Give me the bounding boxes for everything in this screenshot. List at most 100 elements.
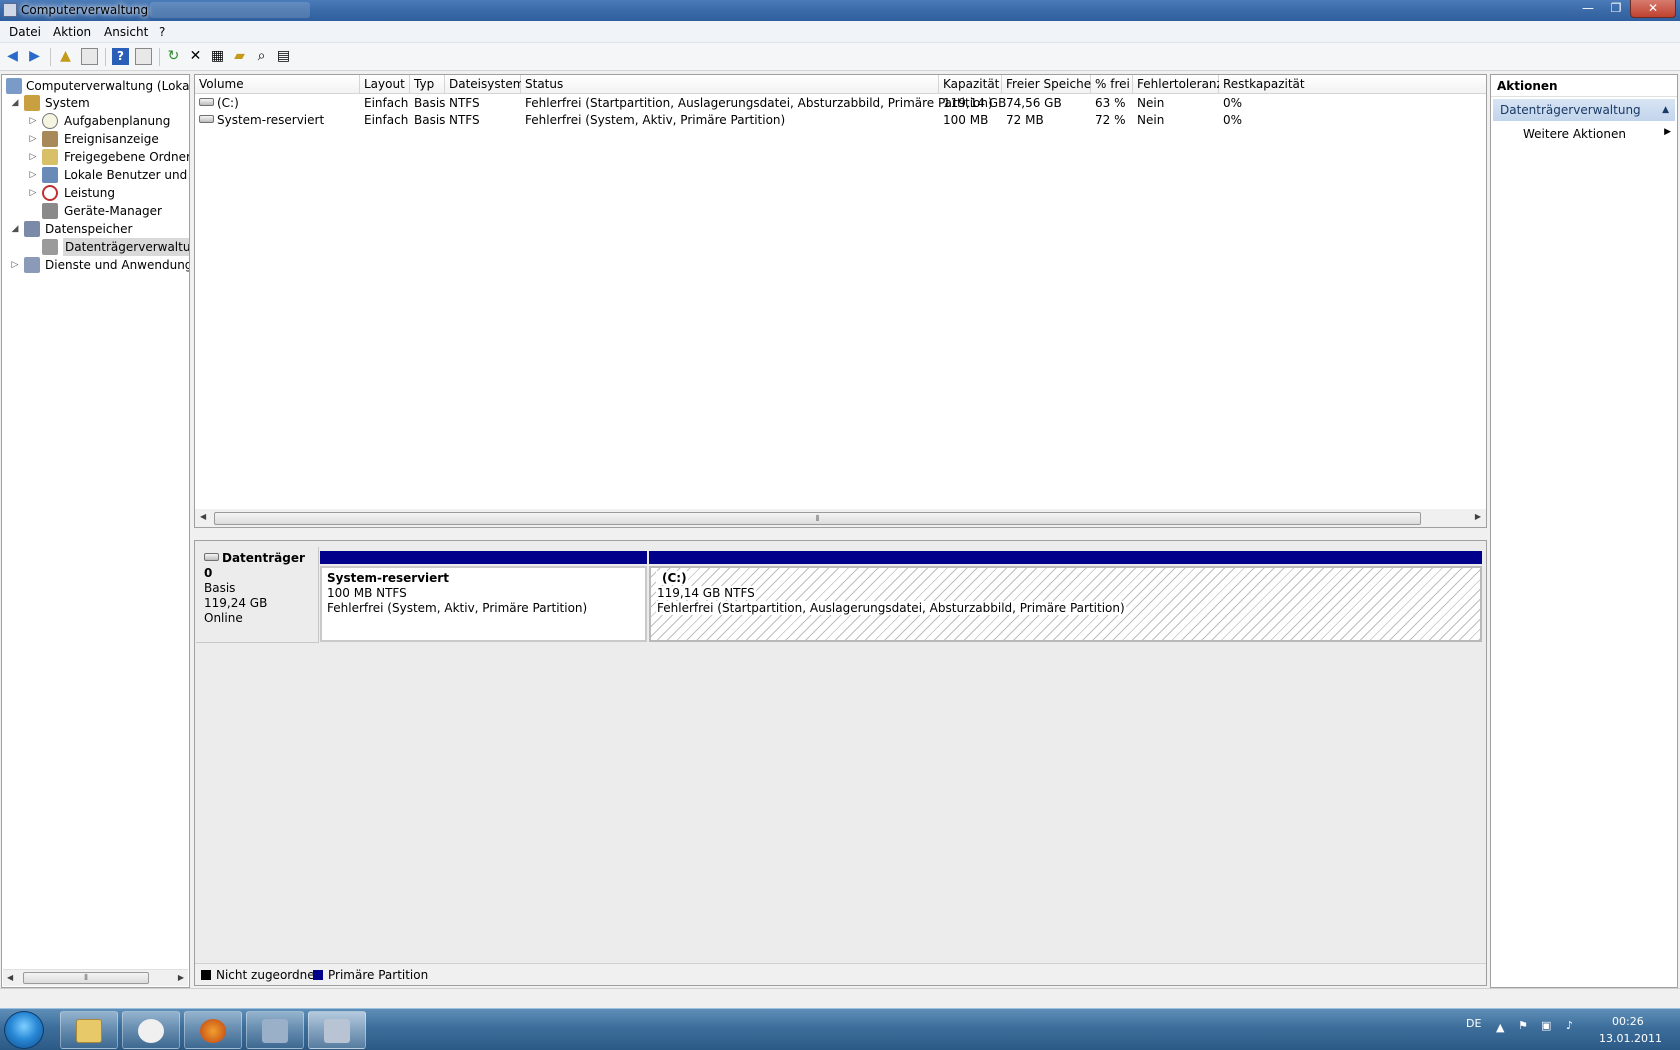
column-header-restkapazitaet[interactable]: Restkapazität — [1219, 75, 1486, 94]
taskbar-computerverwaltung[interactable] — [308, 1011, 366, 1049]
taskbar: DE ▲ ⚑ ▣ ♪ 00:26 13.01.2011 — [0, 1008, 1680, 1050]
scroll-left-icon[interactable]: ◀ — [7, 973, 13, 982]
show-hidden-icons-icon[interactable]: ▲ — [1496, 1021, 1504, 1034]
scrollbar-thumb[interactable]: ⦀ — [214, 512, 1421, 525]
open-folder-icon[interactable]: ▰ — [231, 48, 248, 65]
scroll-right-icon[interactable]: ▶ — [178, 973, 184, 982]
legend-primary: Primäre Partition — [328, 968, 429, 982]
partition-status: Fehlerfrei (Startpartition, Auslagerungs… — [656, 601, 1126, 615]
services-icon — [24, 257, 40, 273]
start-button[interactable] — [4, 1011, 44, 1049]
action-center-flag-icon[interactable]: ⚑ — [1518, 1019, 1528, 1032]
tree-label: Freigegebene Ordner — [64, 150, 190, 164]
weitere-aktionen-link[interactable]: Weitere Aktionen — [1523, 127, 1626, 141]
partition-c[interactable]: (C:) 119,14 GB NTFS Fehlerfrei (Startpar… — [649, 551, 1482, 642]
status-cell: Fehlerfrei (System, Aktiv, Primäre Parti… — [525, 113, 786, 127]
title-bar: Computerverwaltung — ❐ ✕ — [0, 0, 1680, 21]
partition-name: System-reserviert — [327, 571, 449, 585]
menu-ansicht[interactable]: Ansicht — [104, 25, 148, 39]
taskbar-explorer[interactable] — [60, 1011, 118, 1049]
volume-name: (C:) — [217, 96, 239, 110]
capacity-cell: 100 MB — [943, 113, 989, 127]
scroll-left-icon[interactable]: ◀ — [200, 512, 206, 521]
forward-arrow-icon[interactable]: ▶ — [26, 48, 43, 65]
help-icon[interactable]: ? — [112, 48, 129, 65]
menu-datei[interactable]: Datei — [9, 25, 41, 39]
expand-icon[interactable]: ▷ — [10, 256, 20, 274]
collapse-icon[interactable]: ◢ — [10, 220, 20, 238]
type-cell: Basis — [414, 113, 446, 127]
show-hide-tree-icon[interactable] — [81, 48, 98, 65]
clock-date[interactable]: 13.01.2011 — [1599, 1032, 1662, 1045]
tree-label: Ereignisanzeige — [64, 132, 159, 146]
column-header-kapazitaet[interactable]: Kapazität — [939, 75, 1002, 94]
taskbar-control-panel[interactable] — [246, 1011, 304, 1049]
firefox-icon — [200, 1019, 226, 1043]
scroll-right-icon[interactable]: ▶ — [1475, 512, 1481, 521]
column-header-freier-speicher[interactable]: Freier Speicher — [1002, 75, 1096, 94]
layout-cell: Einfach — [364, 96, 409, 110]
computer-management-icon — [324, 1019, 350, 1043]
minimize-button[interactable]: — — [1574, 0, 1602, 18]
volume-icon[interactable]: ♪ — [1566, 1019, 1573, 1032]
partition-status: Fehlerfrei (System, Aktiv, Primäre Parti… — [327, 601, 588, 615]
column-header-dateisystem[interactable]: Dateisystem — [445, 75, 524, 94]
expand-icon[interactable]: ▷ — [28, 184, 38, 202]
column-header-fehlertoleranz[interactable]: Fehlertoleranz — [1133, 75, 1223, 94]
shared-folder-icon — [42, 149, 58, 165]
back-arrow-icon[interactable]: ◀ — [4, 48, 21, 65]
properties-icon[interactable]: ▦ — [209, 48, 226, 65]
control-panel-icon — [262, 1019, 288, 1043]
volume-cell: System-reserviert — [195, 112, 324, 129]
column-header-typ[interactable]: Typ — [410, 75, 445, 94]
disk-type: Basis — [204, 581, 236, 595]
column-header-layout[interactable]: Layout — [360, 75, 410, 94]
collapse-up-icon[interactable]: ▲ — [1662, 99, 1669, 121]
disk-info[interactable]: Datenträger 0 Basis 119,24 GB Online — [196, 547, 319, 643]
capacity-cell: 119,14 GB — [943, 96, 1007, 110]
tree-label: Aufgabenplanung — [64, 114, 171, 128]
disk-icon — [204, 553, 219, 561]
fault-tolerance-cell: Nein — [1137, 96, 1165, 110]
scrollbar-thumb[interactable]: ⦀ — [23, 972, 149, 984]
expand-icon[interactable]: ▷ — [28, 148, 38, 166]
collapse-icon[interactable]: ◢ — [10, 94, 20, 112]
expand-icon[interactable]: ▷ — [28, 130, 38, 148]
volume-name: System-reserviert — [217, 113, 325, 127]
language-indicator[interactable]: DE — [1466, 1017, 1481, 1030]
clock-time[interactable]: 00:26 — [1612, 1015, 1644, 1028]
column-header-status[interactable]: Status — [521, 75, 939, 94]
legend-unallocated: Nicht zugeordnet — [216, 968, 320, 982]
toolbar-separator — [50, 48, 51, 66]
up-folder-icon[interactable]: ▲ — [57, 48, 74, 65]
fault-tolerance-cell: Nein — [1137, 113, 1165, 127]
column-header-prozent-frei[interactable]: % frei — [1091, 75, 1133, 94]
partition-system-reserved[interactable]: System-reserviert 100 MB NTFS Fehlerfrei… — [320, 551, 647, 642]
taskbar-media-player[interactable] — [122, 1011, 180, 1049]
column-header-volume[interactable]: Volume — [195, 75, 360, 94]
tree-label: Geräte-Manager — [64, 204, 162, 218]
toolbar-separator — [159, 48, 160, 66]
show-hide-actions-icon[interactable] — [135, 48, 152, 65]
tree-label: Lokale Benutzer und Gruppen — [64, 168, 189, 182]
network-icon[interactable]: ▣ — [1541, 1019, 1551, 1032]
clock-icon — [42, 113, 58, 129]
filesystem-cell: NTFS — [449, 96, 480, 110]
menu-aktion[interactable]: Aktion — [53, 25, 91, 39]
close-button[interactable]: ✕ — [1630, 0, 1676, 18]
actions-header: Aktionen — [1491, 75, 1677, 97]
layout-cell: Einfach — [364, 113, 409, 127]
tree-horizontal-scrollbar[interactable]: ◀ ⦀ ▶ — [3, 969, 188, 986]
settings-icon[interactable]: ▤ — [275, 48, 292, 65]
refresh-icon[interactable]: ↻ — [165, 48, 182, 65]
expand-icon[interactable]: ▷ — [28, 166, 38, 184]
menu-help[interactable]: ? — [159, 25, 165, 39]
maximize-button[interactable]: ❐ — [1602, 0, 1630, 18]
delete-icon[interactable]: ✕ — [187, 48, 204, 65]
volume-horizontal-scrollbar[interactable]: ◀ ⦀ ▶ — [195, 509, 1486, 527]
actions-section-datentraegerverwaltung[interactable]: Datenträgerverwaltung ▲ — [1493, 99, 1675, 121]
filesystem-cell: NTFS — [449, 113, 480, 127]
search-icon[interactable]: ⌕ — [253, 48, 270, 65]
expand-icon[interactable]: ▷ — [28, 112, 38, 130]
taskbar-firefox[interactable] — [184, 1011, 242, 1049]
